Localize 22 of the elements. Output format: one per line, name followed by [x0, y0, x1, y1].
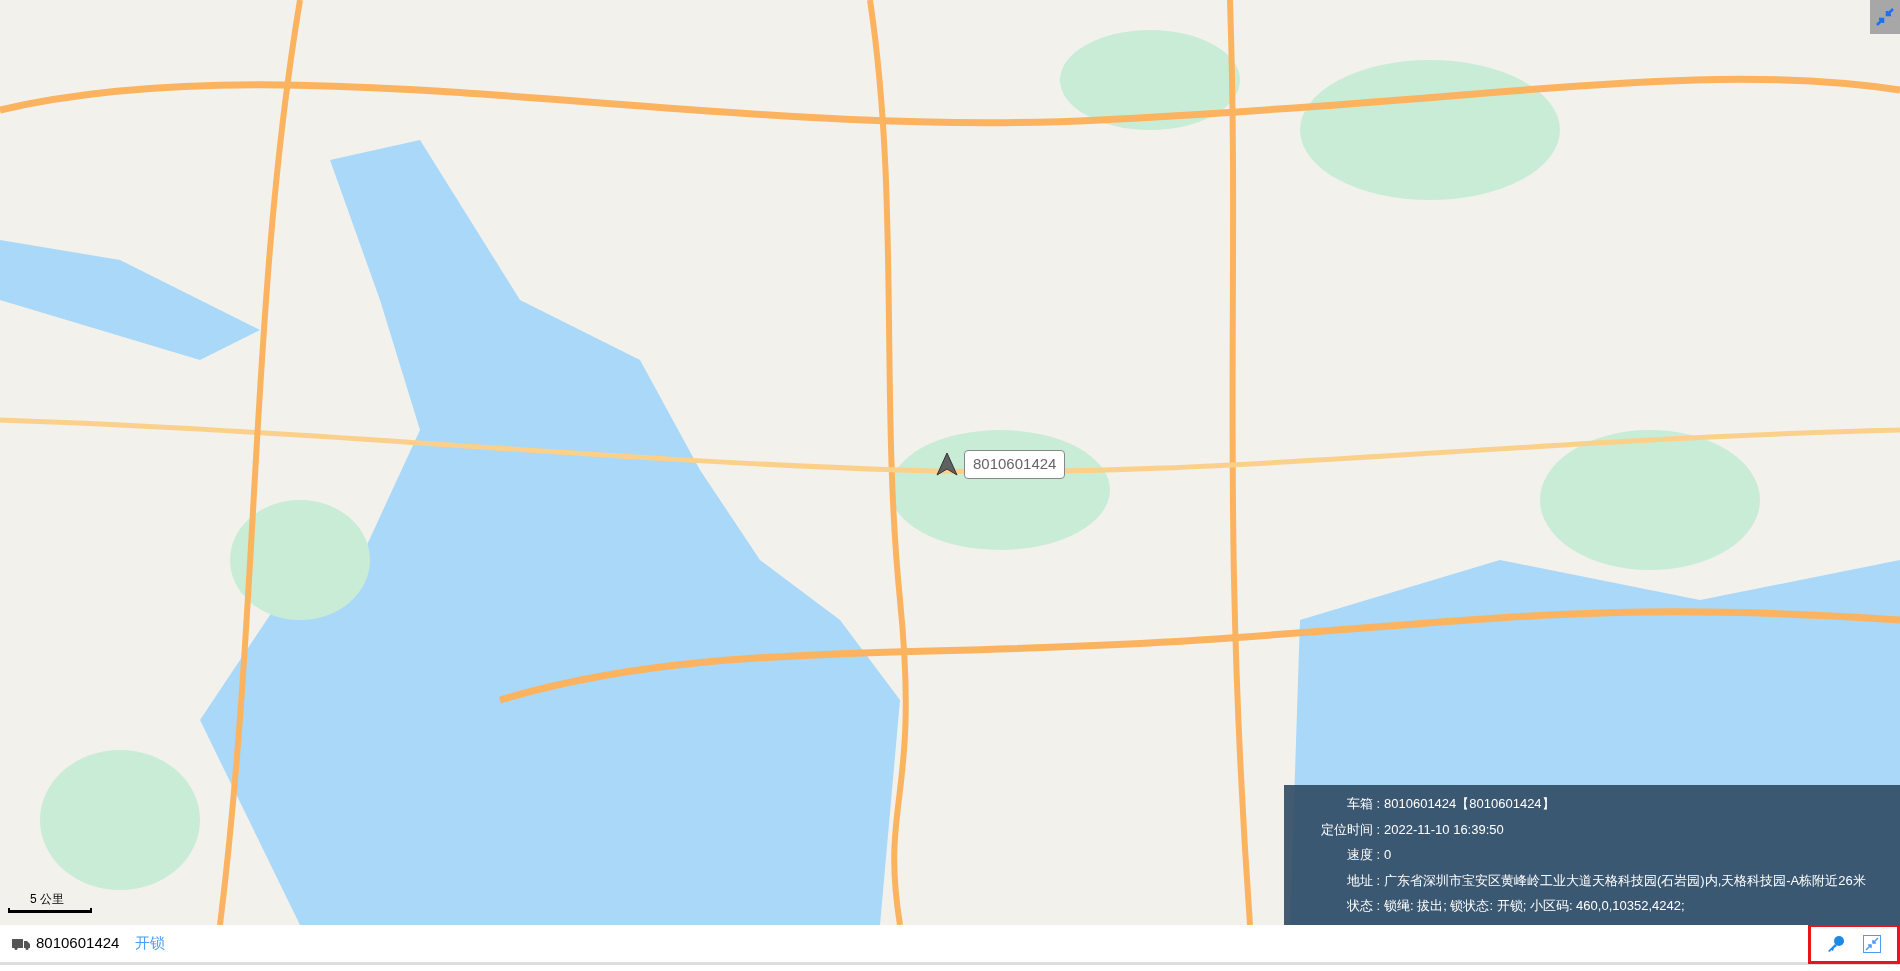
field-label: 速度 : — [1345, 846, 1380, 865]
field-label: 状态 : — [1345, 897, 1380, 916]
field-label: 车箱 : — [1345, 795, 1380, 814]
exit-fullscreen-button[interactable] — [1863, 934, 1881, 953]
field-value: 2022-11-10 16:39:50 — [1384, 820, 1504, 839]
scale-label: 5 公里 — [30, 891, 64, 908]
field-label: 地址 : — [1345, 871, 1380, 890]
vehicle-id: 8010601424 — [36, 933, 120, 954]
collapse-arrows-icon — [1863, 934, 1881, 953]
collapse-arrows-icon — [1876, 8, 1894, 26]
field-value: 0 — [1384, 846, 1392, 865]
unlock-link[interactable]: 开锁 — [135, 932, 166, 955]
truck-icon — [12, 937, 30, 950]
vehicle-marker-label: 8010601424 — [964, 450, 1066, 479]
field-value: 广东省深圳市宝安区黄峰岭工业大道天格科技园(石岩园)内,天格科技园-A栋附近26米 — [1384, 871, 1866, 890]
field-value: 锁绳: 拔出; 锁状态: 开锁; 小区码: 460,0,10352,4242; — [1384, 897, 1685, 916]
navigation-arrow-icon — [936, 452, 958, 477]
field-value: 8010601424【8010601424】 — [1384, 795, 1555, 814]
exit-fullscreen-button[interactable] — [1870, 0, 1900, 34]
key-icon — [1827, 934, 1845, 953]
field-label: 定位时间 : — [1319, 820, 1380, 839]
key-button[interactable] — [1827, 934, 1845, 953]
